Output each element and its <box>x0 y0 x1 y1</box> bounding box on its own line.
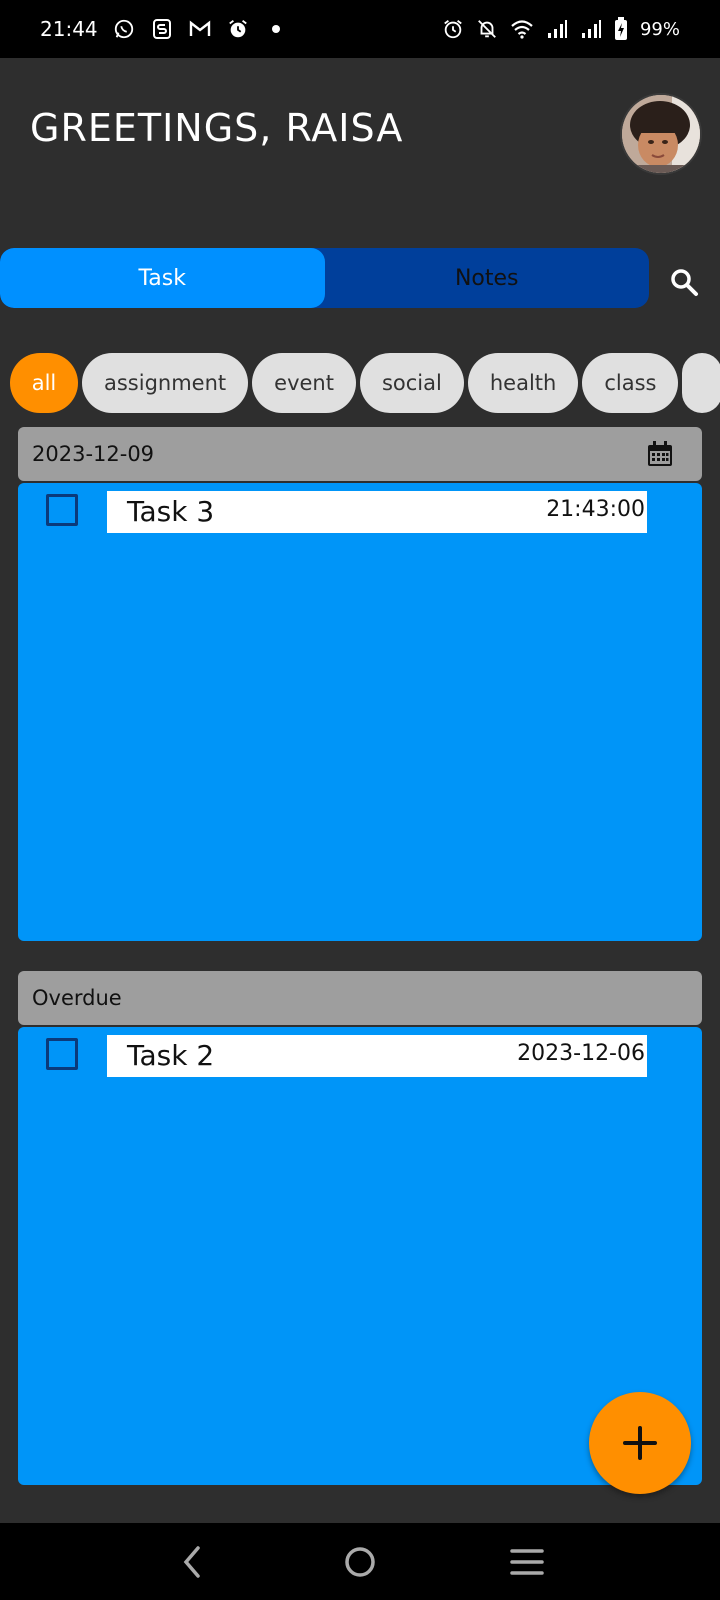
task-card[interactable]: Task 2 2023-12-06 <box>107 1035 647 1077</box>
status-left: 21:44 <box>40 17 288 41</box>
chip-more[interactable] <box>682 353 720 413</box>
page-title: GREETINGS, RAISA <box>30 106 404 150</box>
status-bar: 21:44 99% <box>0 0 720 58</box>
task-row[interactable]: Task 3 21:43:00 <box>18 491 702 533</box>
tab-bar: Task Notes <box>0 248 649 308</box>
tab-notes-label: Notes <box>454 265 519 291</box>
wifi-icon <box>510 19 534 39</box>
section-header-overdue: Overdue <box>18 971 702 1025</box>
back-icon <box>184 1545 201 1578</box>
menu-icon <box>509 1548 544 1575</box>
whatsapp-icon <box>112 18 136 40</box>
search-button[interactable] <box>666 264 702 300</box>
task-card[interactable]: Task 3 21:43:00 <box>107 491 647 533</box>
task-checkbox[interactable] <box>46 494 78 526</box>
calendar-icon[interactable] <box>646 440 674 473</box>
search-icon <box>671 269 698 296</box>
alarm-icon <box>442 18 464 40</box>
tab-notes[interactable]: Notes <box>325 248 650 308</box>
avatar[interactable] <box>620 93 702 175</box>
recents-button[interactable] <box>503 1538 551 1586</box>
section-header-date: 2023-12-09 <box>18 427 702 481</box>
back-button[interactable] <box>169 1538 217 1586</box>
s-icon <box>150 18 174 40</box>
chip-event[interactable]: event <box>252 353 356 413</box>
signal-icon <box>546 19 568 39</box>
add-task-button[interactable] <box>589 1392 691 1494</box>
task-time: 21:43:00 <box>546 497 645 522</box>
signal-icon <box>580 19 602 39</box>
tab-task-label: Task <box>138 265 186 291</box>
home-icon <box>345 1546 375 1577</box>
task-title: Task 3 <box>127 495 215 528</box>
chip-health[interactable]: health <box>467 353 579 413</box>
section-header-label: Overdue <box>32 986 122 1010</box>
task-checkbox[interactable] <box>46 1038 78 1070</box>
battery-charging-icon <box>614 17 628 41</box>
chip-class[interactable]: class <box>582 353 679 413</box>
status-time: 21:44 <box>40 17 98 41</box>
status-right: 99% <box>442 17 680 41</box>
system-nav-bar <box>0 1523 720 1600</box>
dot-icon <box>264 24 288 34</box>
home-button[interactable] <box>336 1538 384 1586</box>
tab-task[interactable]: Task <box>0 248 325 308</box>
plus-icon <box>623 1426 657 1460</box>
section-header-label: 2023-12-09 <box>32 442 155 466</box>
task-row[interactable]: Task 2 2023-12-06 <box>18 1035 702 1077</box>
chip-all[interactable]: all <box>10 353 78 413</box>
filter-chips: all assignment event social health class <box>10 353 720 413</box>
gmail-icon <box>188 20 212 38</box>
bell-off-icon <box>476 18 498 40</box>
task-date: 2023-12-06 <box>517 1041 645 1066</box>
chip-social[interactable]: social <box>359 353 464 413</box>
chip-assignment[interactable]: assignment <box>82 353 249 413</box>
alarm-icon <box>226 18 250 40</box>
task-title: Task 2 <box>127 1039 215 1072</box>
avatar-photo <box>622 95 700 173</box>
battery-percent: 99% <box>639 18 680 40</box>
section-body: Task 3 21:43:00 <box>18 483 702 941</box>
